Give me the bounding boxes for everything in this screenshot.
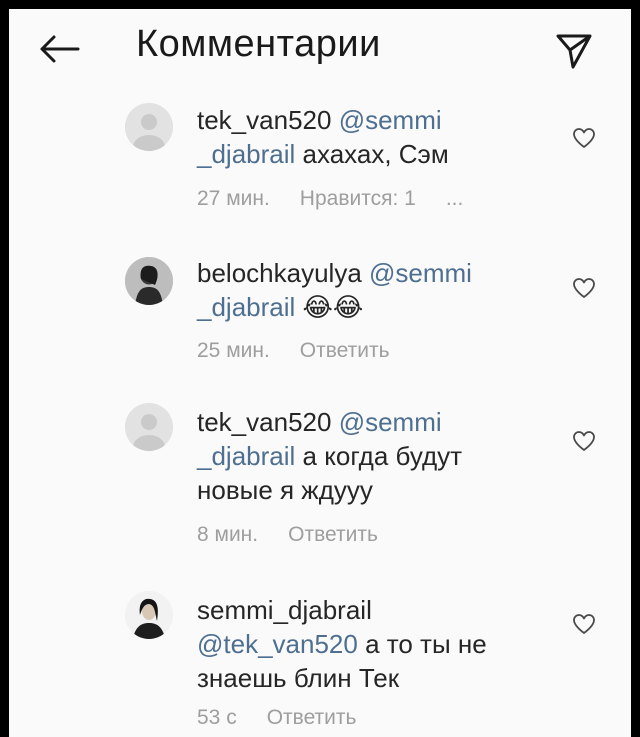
reply-link[interactable]: Ответить [267, 706, 357, 730]
comment-body: а когда будут [302, 441, 463, 471]
reply-link[interactable]: Ответить [288, 523, 378, 547]
comment-text: belochkayulya @semmi _djabrail 😂😂 [197, 256, 547, 324]
comment-time: 53 с [197, 706, 237, 729]
default-avatar-icon [125, 403, 173, 451]
comment-time: 27 мин. [197, 187, 270, 210]
default-avatar-icon [125, 103, 173, 151]
comment-text: tek_van520 @semmi _djabrail ахахах, Сэм [197, 103, 547, 171]
header: Комментарии [9, 9, 631, 89]
comment-body: ахахах, Сэм [302, 139, 449, 169]
avatar[interactable] [125, 591, 173, 639]
page-title: Комментарии [136, 23, 381, 65]
comment-username[interactable]: tek_van520 [197, 407, 331, 437]
comment-body: знаешь блин Тек [197, 663, 400, 693]
comment-meta: 25 мин. Ответить [197, 339, 390, 363]
comment-meta: 8 мин. Ответить [197, 523, 378, 547]
send-button[interactable] [550, 27, 598, 75]
like-button[interactable] [572, 613, 596, 635]
like-button[interactable] [572, 277, 596, 299]
avatar[interactable] [125, 103, 173, 151]
back-button[interactable] [33, 27, 85, 71]
more-options[interactable]: ... [446, 187, 464, 211]
heart-icon [573, 278, 595, 298]
comment-text: semmi_djabrail @tek_van520 а то ты не зн… [197, 593, 547, 695]
comment-meta: 27 мин. Нравится: 1... [197, 187, 463, 211]
paper-plane-icon [556, 34, 592, 69]
reply-link[interactable]: Ответить [300, 339, 390, 363]
likes-count[interactable]: Нравится: 1 [300, 187, 416, 211]
heart-icon [573, 614, 595, 634]
screen: Комментарии tek_van520 @semmi _djabrail а… [9, 9, 631, 737]
comment-meta: 53 с Ответить [197, 706, 356, 730]
comment-username[interactable]: tek_van520 [197, 105, 331, 135]
comment-body: новые я ждууу [197, 475, 373, 505]
arrow-left-icon [40, 35, 80, 63]
avatar[interactable] [125, 403, 173, 451]
profile-photo [125, 591, 173, 639]
comment-text: tek_van520 @semmi _djabrail а когда будут… [197, 405, 547, 507]
heart-icon [573, 128, 595, 148]
comment-body: 😂😂 [302, 292, 364, 322]
like-button[interactable] [572, 127, 596, 149]
comment-time: 25 мин. [197, 339, 270, 362]
comment-body: а то ты не [365, 629, 487, 659]
mention-link[interactable]: @tek_van520 [197, 629, 358, 659]
comment-username[interactable]: belochkayulya [197, 258, 362, 288]
like-button[interactable] [572, 430, 596, 452]
comment-time: 8 мин. [197, 523, 259, 546]
avatar[interactable] [125, 257, 173, 305]
profile-photo [125, 257, 173, 305]
comment-username[interactable]: semmi_djabrail [197, 595, 372, 625]
heart-icon [573, 431, 595, 451]
